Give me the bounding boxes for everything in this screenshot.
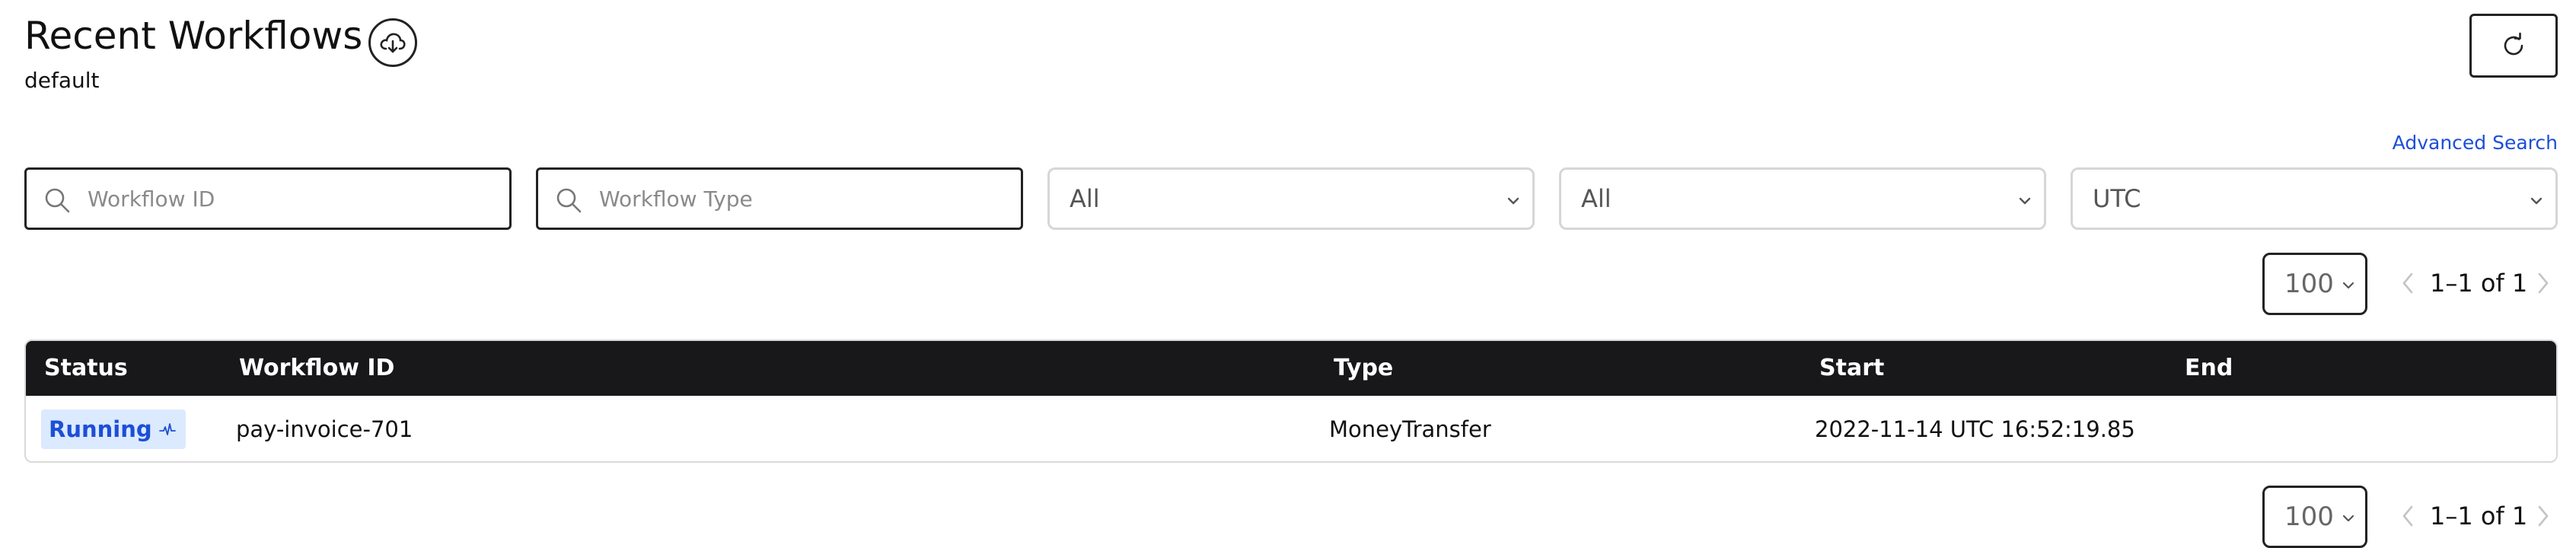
column-header-type: Type [1334, 355, 1394, 381]
status-label: Running [49, 416, 152, 442]
page-size-select[interactable]: 100 [2262, 486, 2367, 548]
column-header-workflow-id: Workflow ID [239, 355, 395, 381]
workflow-type-input[interactable] [599, 170, 1006, 228]
chevron-down-icon [2019, 197, 2031, 205]
next-page-button[interactable] [2532, 268, 2555, 298]
pagination-range: 1–1 of 1 [2430, 502, 2528, 530]
page-size-value: 100 [2284, 502, 2334, 532]
table-row[interactable]: Running pay-invoice-701 MoneyTransfer 20… [26, 396, 2556, 461]
search-icon [45, 188, 70, 213]
page-title: Recent Workflows [24, 14, 363, 58]
type-cell: MoneyTransfer [1329, 416, 1491, 442]
chevron-down-icon [1507, 197, 1519, 205]
page-size-value: 100 [2284, 269, 2334, 299]
chevron-left-icon [2402, 272, 2413, 294]
timezone-select[interactable]: UTC [2071, 167, 2558, 230]
namespace-label: default [24, 68, 100, 93]
timezone-select-value: UTC [2093, 184, 2141, 213]
chevron-right-icon [2538, 505, 2549, 527]
chevron-left-icon [2402, 505, 2413, 527]
time-range-select-value: All [1581, 184, 1612, 213]
next-page-button[interactable] [2532, 501, 2555, 531]
refresh-button[interactable] [2469, 14, 2558, 78]
previous-page-button[interactable] [2396, 501, 2419, 531]
chevron-down-icon [2342, 282, 2354, 289]
advanced-search-link[interactable]: Advanced Search [2393, 129, 2558, 157]
heartbeat-icon [158, 423, 176, 435]
column-header-start: Start [1819, 355, 1885, 381]
table-header: Status Workflow ID Type Start End [26, 341, 2556, 396]
search-icon [556, 188, 582, 213]
time-range-select[interactable]: All [1559, 167, 2046, 230]
cloud-download-icon [380, 33, 406, 53]
workflow-id-search[interactable] [24, 167, 512, 230]
export-button[interactable] [368, 18, 417, 67]
pagination-range: 1–1 of 1 [2430, 269, 2528, 298]
column-header-end: End [2185, 355, 2233, 381]
workflow-id-input[interactable] [88, 170, 494, 228]
status-select[interactable]: All [1047, 167, 1535, 230]
chevron-right-icon [2538, 272, 2549, 294]
chevron-down-icon [2530, 197, 2543, 205]
previous-page-button[interactable] [2396, 268, 2419, 298]
workflow-id-cell[interactable]: pay-invoice-701 [236, 396, 413, 461]
chevron-down-icon [2342, 515, 2354, 522]
workflows-table: Status Workflow ID Type Start End Runnin… [24, 339, 2558, 463]
status-badge: Running [41, 409, 186, 449]
status-select-value: All [1070, 184, 1100, 213]
column-header-status: Status [44, 355, 128, 381]
start-cell: 2022-11-14 UTC 16:52:19.85 [1815, 416, 2135, 442]
workflow-type-search[interactable] [536, 167, 1023, 230]
page-size-select[interactable]: 100 [2262, 253, 2367, 315]
refresh-icon [2504, 32, 2523, 56]
